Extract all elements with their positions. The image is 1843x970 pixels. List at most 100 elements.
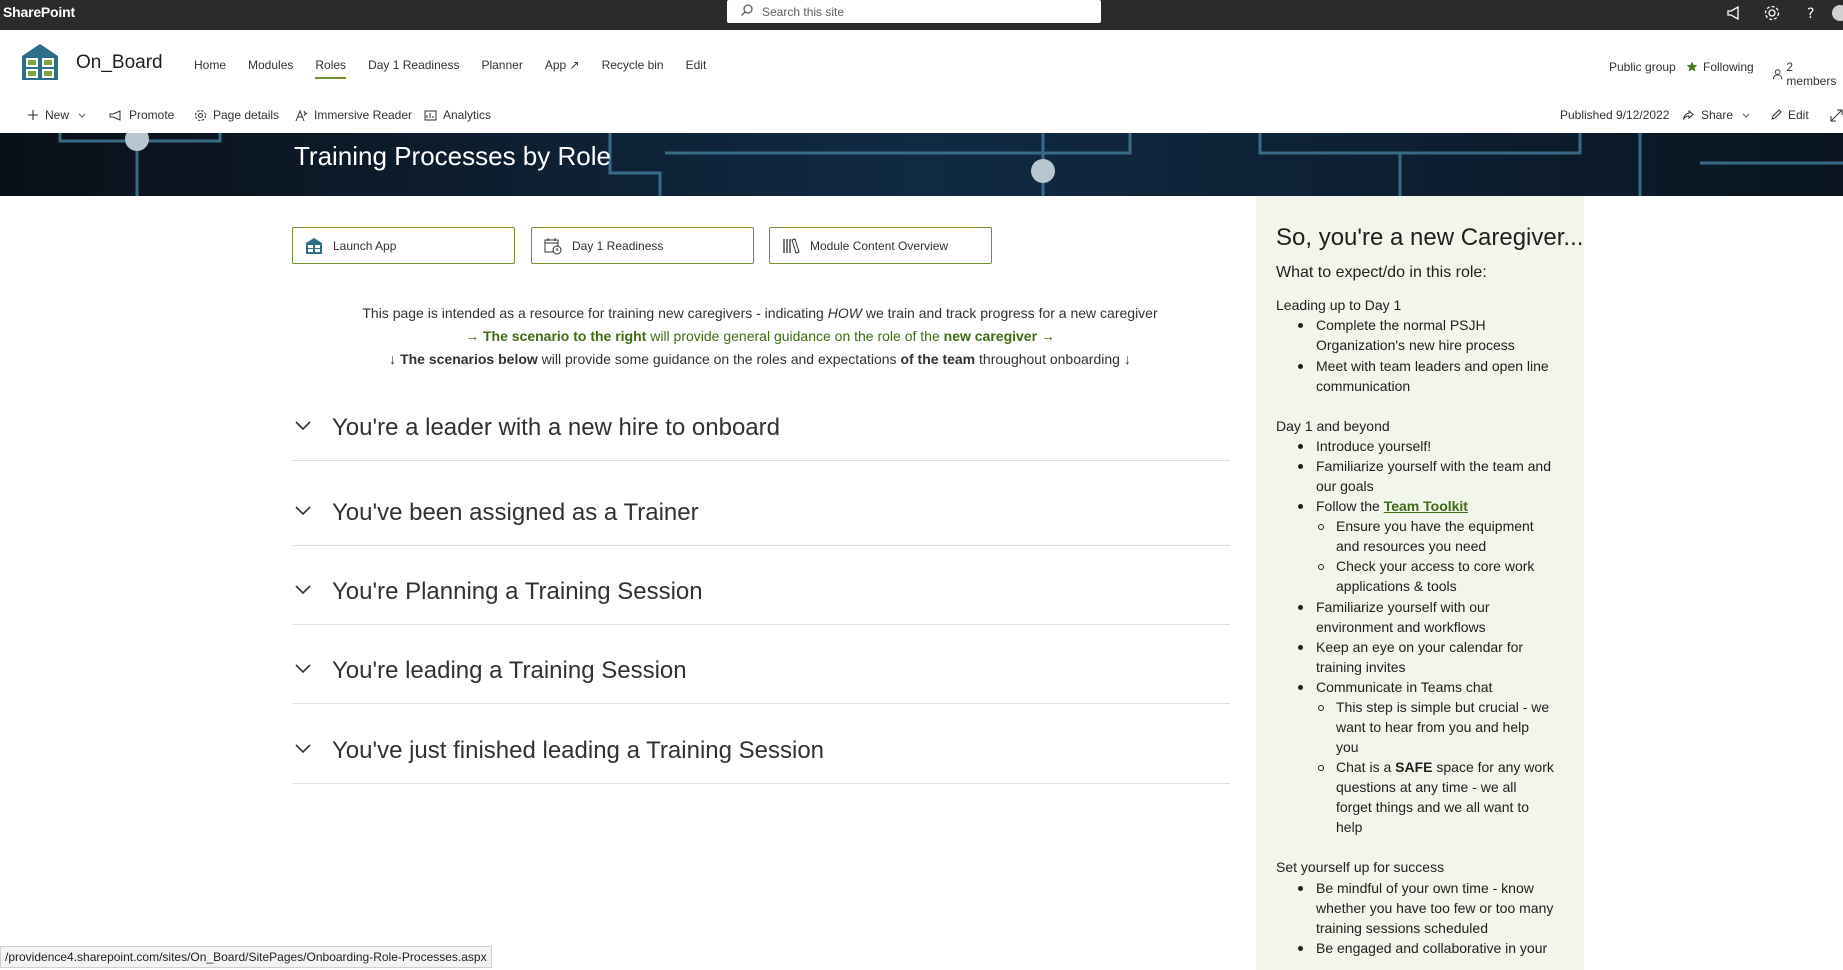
following-button[interactable]: Following bbox=[1686, 60, 1754, 74]
bullet-icon bbox=[1298, 444, 1303, 449]
accordion-finished-session[interactable]: You've just finished leading a Training … bbox=[292, 719, 1230, 784]
list-item: Meet with team leaders and open line bbox=[1316, 358, 1549, 374]
intro-bold: The scenario to the right bbox=[482, 328, 647, 344]
accordion-assigned-trainer[interactable]: You've been assigned as a Trainer bbox=[292, 481, 1230, 546]
accordion-title: You're leading a Training Session bbox=[332, 657, 687, 684]
nav-planner[interactable]: Planner bbox=[481, 58, 522, 80]
chevron-down-icon[interactable] bbox=[294, 584, 312, 596]
intro-bold: of the team bbox=[900, 351, 976, 367]
megaphone-icon bbox=[109, 110, 121, 121]
accordion-title: You're a leader with a new hire to onboa… bbox=[332, 414, 780, 441]
group-type: Public group bbox=[1609, 60, 1676, 74]
edit-button[interactable]: Edit bbox=[1770, 108, 1809, 122]
nav-modules[interactable]: Modules bbox=[248, 58, 293, 80]
page-details-label: Page details bbox=[213, 108, 280, 122]
down-arrow-icon: ↓ bbox=[389, 351, 397, 367]
search-box[interactable]: Search this site bbox=[727, 0, 1101, 23]
promote-button[interactable]: Promote bbox=[109, 108, 174, 122]
suite-bar: SharePoint Search this site ? bbox=[0, 0, 1843, 30]
panel-subtitle: What to expect/do in this role: bbox=[1276, 264, 1487, 281]
list-item: help bbox=[1336, 819, 1363, 835]
following-label: Following bbox=[1703, 60, 1754, 74]
list-item: Check your access to core work bbox=[1336, 558, 1535, 574]
list-item: communication bbox=[1316, 378, 1411, 394]
nav-home[interactable]: Home bbox=[194, 58, 226, 80]
list-item: training invites bbox=[1316, 659, 1406, 675]
share-button[interactable]: Share bbox=[1682, 108, 1757, 122]
intro-line-3: ↓ The scenarios below will provide some … bbox=[290, 351, 1230, 367]
pencil-icon bbox=[1771, 109, 1782, 120]
chevron-down-icon[interactable] bbox=[294, 663, 312, 675]
list-item: Familiarize yourself with our bbox=[1316, 599, 1490, 615]
site-title[interactable]: On_Board bbox=[76, 52, 163, 74]
intro-text: throughout onboarding bbox=[975, 351, 1124, 367]
new-button[interactable]: New bbox=[27, 108, 93, 122]
list-item: Familiarize yourself with the team and bbox=[1316, 458, 1551, 474]
chevron-down-icon[interactable] bbox=[294, 743, 312, 755]
list-item: questions at any time - we all bbox=[1336, 779, 1517, 795]
app-name[interactable]: SharePoint bbox=[3, 4, 75, 20]
bullet-icon bbox=[1298, 685, 1303, 690]
site-header: On_Board Home Modules Roles Day 1 Readin… bbox=[0, 30, 1843, 100]
nav-roles[interactable]: Roles bbox=[315, 58, 346, 80]
launch-app-label: Launch App bbox=[333, 238, 397, 253]
bullet-icon bbox=[1298, 323, 1303, 328]
list-item: environment and workflows bbox=[1316, 619, 1486, 635]
intro-bold: new caregiver bbox=[943, 328, 1038, 344]
immersive-reader-button[interactable]: Immersive Reader bbox=[295, 108, 412, 122]
intro-text: will provide some guidance on the roles … bbox=[537, 351, 901, 367]
chevron-down-icon[interactable] bbox=[294, 505, 312, 517]
day1-readiness-button[interactable]: Day 1 Readiness bbox=[531, 227, 754, 264]
new-label: New bbox=[45, 108, 70, 122]
day1-readiness-label: Day 1 Readiness bbox=[572, 238, 664, 253]
members-count: 2 members bbox=[1786, 60, 1837, 88]
command-bar: New Promote Page details Immersive Reade… bbox=[0, 100, 1843, 133]
avatar[interactable] bbox=[1830, 3, 1843, 23]
search-icon bbox=[741, 4, 753, 16]
circle-bullet-icon bbox=[1318, 705, 1324, 711]
status-url: /providence4.sharepoint.com/sites/On_Boa… bbox=[0, 946, 492, 968]
share-label: Share bbox=[1701, 108, 1734, 122]
intro-line-1: This page is intended as a resource for … bbox=[290, 305, 1230, 321]
calendar-clock-icon bbox=[544, 237, 562, 254]
launch-app-button[interactable]: Launch App bbox=[292, 227, 515, 264]
list-item: Chat is a SAFE space for any work bbox=[1336, 757, 1554, 777]
team-toolkit-link[interactable]: Team Toolkit bbox=[1384, 498, 1468, 514]
safe-emphasis: SAFE bbox=[1395, 759, 1433, 775]
circle-bullet-icon bbox=[1318, 564, 1324, 570]
site-logo[interactable] bbox=[20, 42, 60, 82]
list-item: training sessions scheduled bbox=[1316, 920, 1488, 936]
expand-icon[interactable] bbox=[1830, 109, 1843, 122]
right-arrow-icon: → bbox=[1040, 328, 1055, 344]
gear-icon[interactable] bbox=[1762, 3, 1782, 23]
accordion-leader-new-hire[interactable]: You're a leader with a new hire to onboa… bbox=[292, 396, 1230, 461]
bullet-icon bbox=[1298, 886, 1303, 891]
panel-title: So, you're a new Caregiver... bbox=[1276, 224, 1584, 251]
edit-label: Edit bbox=[1788, 108, 1809, 122]
nav-recycle-bin[interactable]: Recycle bin bbox=[602, 58, 664, 80]
help-icon[interactable]: ? bbox=[1801, 3, 1821, 23]
bullet-icon bbox=[1298, 504, 1303, 509]
nav-edit[interactable]: Edit bbox=[686, 58, 707, 80]
nav-app[interactable]: App ↗ bbox=[545, 58, 580, 80]
page-details-button[interactable]: Page details bbox=[194, 108, 279, 122]
list-item-text: space for any work bbox=[1432, 759, 1554, 775]
list-item: Communicate in Teams chat bbox=[1316, 679, 1493, 695]
module-content-overview-label: Module Content Overview bbox=[810, 238, 949, 253]
accordion-planning-session[interactable]: You're Planning a Training Session bbox=[292, 560, 1230, 625]
intro-emphasis: HOW bbox=[827, 305, 862, 321]
analytics-button[interactable]: Analytics bbox=[424, 108, 491, 122]
members-button[interactable]: 2 members bbox=[1772, 60, 1843, 88]
module-content-overview-button[interactable]: Module Content Overview bbox=[769, 227, 992, 264]
svg-text:?: ? bbox=[1807, 6, 1814, 22]
nav-day1-readiness[interactable]: Day 1 Readiness bbox=[368, 58, 459, 80]
accordion-title: You're Planning a Training Session bbox=[332, 578, 703, 605]
list-item-text: Chat is a bbox=[1336, 759, 1396, 775]
circle-bullet-icon bbox=[1318, 765, 1324, 771]
megaphone-icon[interactable] bbox=[1725, 3, 1745, 23]
chevron-down-icon[interactable] bbox=[294, 420, 312, 432]
accordion-leading-session[interactable]: You're leading a Training Session bbox=[292, 639, 1230, 704]
list-item: and resources you need bbox=[1336, 538, 1487, 554]
bullet-icon bbox=[1298, 946, 1303, 951]
list-item: whether you have too few or too many bbox=[1316, 900, 1554, 916]
